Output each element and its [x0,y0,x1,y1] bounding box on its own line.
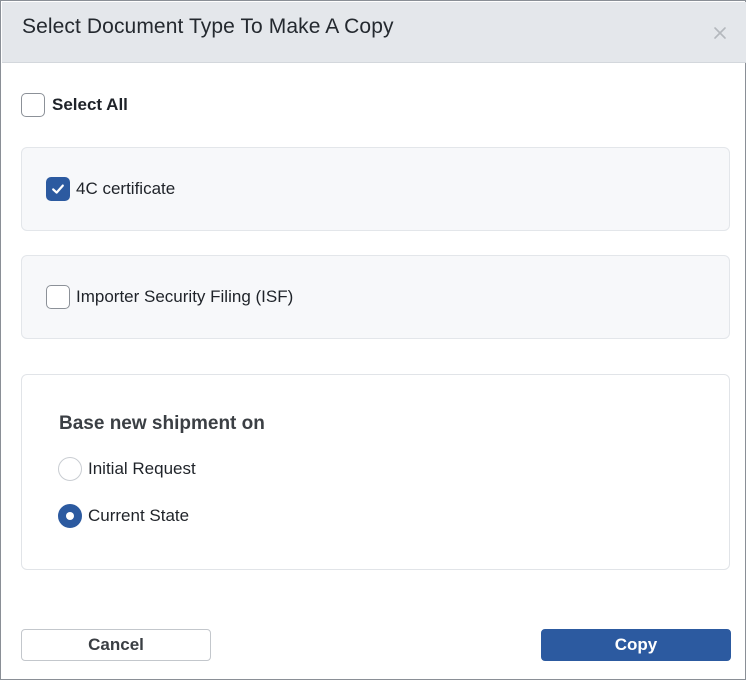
document-label: 4C certificate [76,179,176,198]
radio-option-initial-request[interactable]: Initial Request [58,457,196,481]
document-label: Importer Security Filing (ISF) [76,287,294,306]
select-all-checkbox[interactable] [21,93,45,117]
isf-checkbox[interactable] [46,285,70,309]
dialog-title: Select Document Type To Make A Copy [22,15,394,38]
cancel-button[interactable]: Cancel [21,629,211,661]
document-row-4c-certificate[interactable]: 4C certificate [46,177,175,201]
copy-document-dialog: Select Document Type To Make A Copy Sele… [0,0,746,680]
document-card-isf: Importer Security Filing (ISF) [21,255,730,339]
radio-label: Current State [88,506,190,525]
close-icon[interactable] [710,23,730,43]
initial-request-radio[interactable] [58,457,82,481]
document-row-isf[interactable]: Importer Security Filing (ISF) [46,285,293,309]
dialog-header: Select Document Type To Make A Copy [2,2,746,63]
select-all-row[interactable]: Select All [21,93,128,117]
select-all-label: Select All [52,95,128,114]
4c-certificate-checkbox[interactable] [46,177,70,201]
current-state-radio[interactable] [58,504,82,528]
radio-dot [66,512,74,520]
radio-option-current-state[interactable]: Current State [58,504,189,528]
section-title: Base new shipment on [59,413,265,434]
document-card-4c-certificate: 4C certificate [21,147,730,231]
radio-label: Initial Request [88,459,196,478]
copy-button[interactable]: Copy [541,629,731,661]
checkmark-icon [52,184,64,194]
base-shipment-section: Base new shipment on Initial Request Cur… [21,374,730,570]
